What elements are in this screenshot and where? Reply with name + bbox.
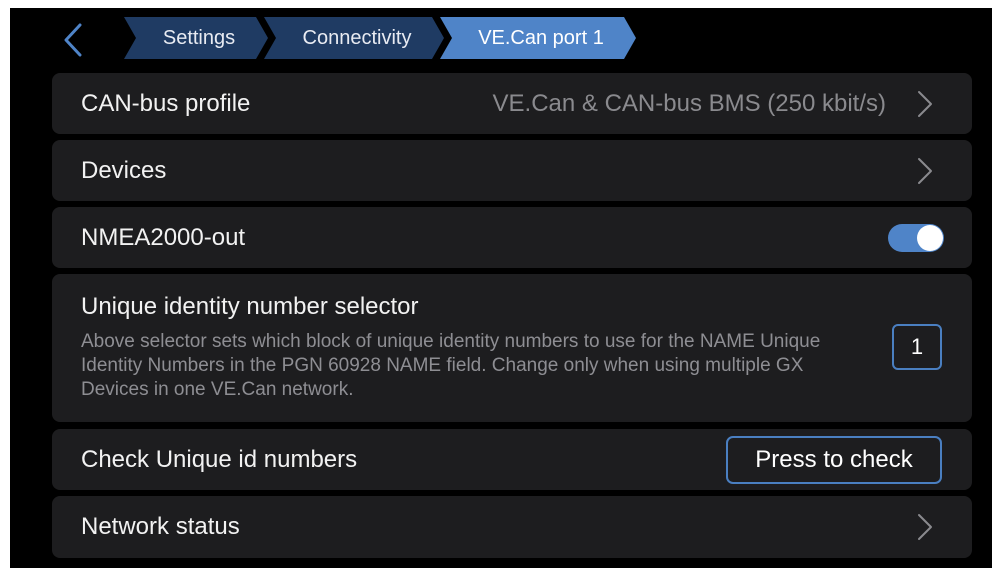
top-bar: Settings Connectivity VE.Can port 1 <box>10 8 992 68</box>
toggle-knob <box>917 224 943 251</box>
unique-identity-description: Above selector sets which block of uniqu… <box>81 331 821 400</box>
press-to-check-button[interactable]: Press to check <box>726 436 942 484</box>
breadcrumb-vecan-port-1[interactable]: VE.Can port 1 <box>440 17 636 59</box>
nmea2000-out-toggle[interactable] <box>888 223 944 252</box>
chevron-left-icon <box>64 23 82 57</box>
breadcrumb-label: Settings <box>162 26 236 49</box>
breadcrumb-label: VE.Can port 1 <box>478 26 604 49</box>
devices-label: Devices <box>81 156 167 184</box>
nmea2000-out-row: NMEA2000-out <box>52 207 972 268</box>
devices-row[interactable]: Devices <box>52 140 972 201</box>
breadcrumb-connectivity[interactable]: Connectivity <box>264 17 444 59</box>
back-button[interactable] <box>58 22 88 58</box>
network-status-label: Network status <box>81 513 240 540</box>
canbus-profile-row[interactable]: CAN-bus profile VE.Can & CAN-bus BMS (25… <box>52 73 972 134</box>
unique-identity-selector[interactable]: 1 <box>892 324 942 370</box>
breadcrumb-settings[interactable]: Settings <box>124 17 268 59</box>
nmea2000-out-label: NMEA2000-out <box>81 223 246 251</box>
chevron-right-icon <box>914 512 936 542</box>
check-unique-label: Check Unique id numbers <box>81 445 358 473</box>
unique-identity-label: Unique identity number selector <box>81 293 419 320</box>
check-unique-row: Check Unique id numbers Press to check <box>52 429 972 490</box>
chevron-right-icon <box>914 156 936 186</box>
canbus-profile-label: CAN-bus profile <box>81 89 251 117</box>
canbus-profile-value: VE.Can & CAN-bus BMS (250 kbit/s) <box>492 89 886 117</box>
breadcrumb-label: Connectivity <box>302 26 412 49</box>
unique-identity-row: Unique identity number selector Above se… <box>52 274 972 422</box>
screen: Settings Connectivity VE.Can port 1 CAN-… <box>10 8 992 568</box>
chevron-right-icon <box>914 89 936 119</box>
network-status-row[interactable]: Network status <box>52 496 972 558</box>
